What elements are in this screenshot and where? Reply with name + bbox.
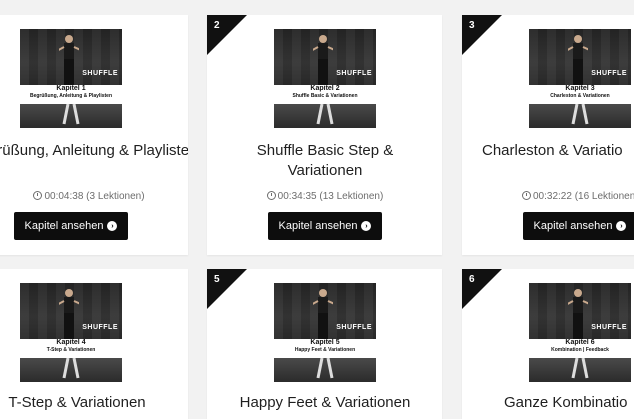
thumbnail-caption: Kapitel 1 Begrüßung, Anleitung & Playlis… bbox=[20, 85, 122, 104]
floor bbox=[20, 104, 122, 128]
chapter-number-badge bbox=[462, 269, 502, 309]
chapter-card-4[interactable]: SHUFFLE Kapitel 4 T-Step & Variationen T… bbox=[0, 269, 188, 419]
chapter-thumbnail[interactable]: SHUFFLE Kapitel 3 Charleston & Variation… bbox=[529, 29, 631, 128]
chapter-number: 2 bbox=[214, 20, 220, 31]
brand-logo: SHUFFLE bbox=[336, 70, 372, 77]
clock-icon bbox=[33, 191, 43, 200]
clock-icon bbox=[522, 191, 531, 200]
chapter-duration: 00:32:22 (16 Lektionen bbox=[522, 190, 634, 202]
thumbnail-caption: Kapitel 3 Charleston & Variationen bbox=[529, 85, 631, 104]
thumbnail-caption: Kapitel 2 Shuffle Basic & Variationen bbox=[274, 85, 376, 104]
chapter-card-3[interactable]: 3 SHUFFLE Kapitel 3 Charleston & Variati… bbox=[462, 15, 634, 255]
chapter-number: 5 bbox=[214, 274, 220, 285]
chapter-title: Charleston & Variatio bbox=[482, 142, 623, 159]
view-chapter-button[interactable]: Kapitel ansehen › bbox=[14, 212, 128, 240]
floor bbox=[20, 358, 122, 382]
chapter-number: 3 bbox=[469, 20, 475, 31]
floor bbox=[274, 104, 376, 128]
chapter-thumbnail[interactable]: SHUFFLE Kapitel 4 T-Step & Variationen bbox=[20, 283, 122, 382]
chapter-duration: 00:34:35 (13 Lektionen) bbox=[210, 190, 440, 202]
chapter-number: 6 bbox=[469, 274, 475, 285]
chapter-title: T-Step & Variationen bbox=[8, 394, 146, 411]
floor bbox=[529, 358, 631, 382]
view-chapter-button[interactable]: Kapitel ansehen › bbox=[268, 212, 382, 240]
chapter-card-6[interactable]: 6 SHUFFLE Kapitel 6 Kombination | Feedba… bbox=[462, 269, 634, 419]
chevron-circle-right-icon: › bbox=[361, 221, 372, 231]
floor bbox=[274, 358, 376, 382]
chapter-title: Happy Feet & Variationen bbox=[239, 394, 411, 411]
thumbnail-caption: Kapitel 5 Happy Feet & Variationen bbox=[274, 339, 376, 358]
chapter-number-badge bbox=[207, 15, 247, 55]
chapter-number-badge bbox=[207, 269, 247, 309]
brand-logo: SHUFFLE bbox=[336, 324, 372, 331]
chapter-thumbnail[interactable]: SHUFFLE Kapitel 6 Kombination | Feedback bbox=[529, 283, 631, 382]
chapter-thumbnail[interactable]: SHUFFLE Kapitel 5 Happy Feet & Variation… bbox=[274, 283, 376, 382]
brand-logo: SHUFFLE bbox=[82, 70, 118, 77]
chapter-thumbnail[interactable]: SHUFFLE Kapitel 1 Begrüßung, Anleitung &… bbox=[20, 29, 122, 128]
chevron-circle-right-icon: › bbox=[616, 221, 627, 231]
chapter-card-5[interactable]: 5 SHUFFLE Kapitel 5 Happy Feet & Variati… bbox=[207, 269, 442, 419]
view-chapter-button[interactable]: Kapitel ansehen › bbox=[523, 212, 634, 240]
chapter-title: Ganze Kombinatio bbox=[504, 394, 628, 411]
chapter-number-badge bbox=[462, 15, 502, 55]
brand-logo: SHUFFLE bbox=[591, 324, 627, 331]
brand-logo: SHUFFLE bbox=[591, 70, 627, 77]
chapter-duration: 00:04:38 (3 Lektionen) bbox=[0, 190, 188, 202]
chapter-title: egrüßung, Anleitung & Playlisten bbox=[0, 142, 188, 159]
clock-icon bbox=[266, 191, 276, 200]
chapter-card-2[interactable]: 2 SHUFFLE Kapitel 2 Shuffle Basic & Vari… bbox=[207, 15, 442, 255]
brand-logo: SHUFFLE bbox=[82, 324, 118, 331]
thumbnail-caption: Kapitel 4 T-Step & Variationen bbox=[20, 339, 122, 358]
chapter-title: Shuffle Basic Step & Variationen bbox=[256, 142, 394, 179]
floor bbox=[529, 104, 631, 128]
chapter-card-1[interactable]: SHUFFLE Kapitel 1 Begrüßung, Anleitung &… bbox=[0, 15, 188, 255]
chevron-circle-right-icon: › bbox=[107, 221, 118, 231]
thumbnail-caption: Kapitel 6 Kombination | Feedback bbox=[529, 339, 631, 358]
chapter-thumbnail[interactable]: SHUFFLE Kapitel 2 Shuffle Basic & Variat… bbox=[274, 29, 376, 128]
